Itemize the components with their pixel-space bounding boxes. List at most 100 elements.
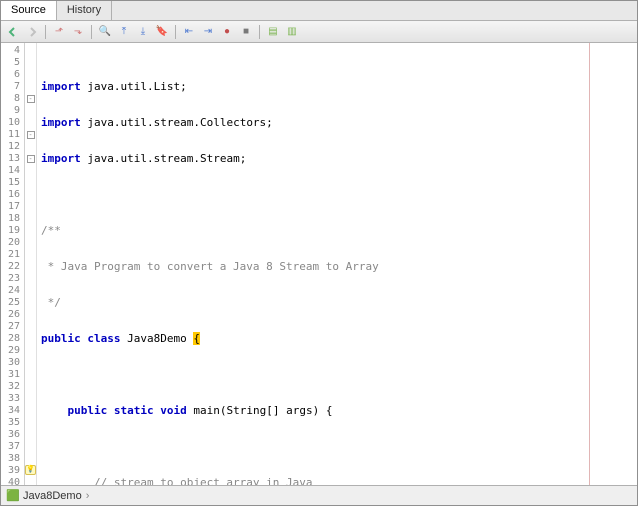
line-number: 13 (1, 153, 24, 165)
line-number: 4 (1, 45, 24, 57)
fold-gutter[interactable]: 💡 - - - (25, 43, 37, 485)
tab-source[interactable]: Source (1, 1, 57, 20)
fold-toggle (25, 357, 36, 369)
fold-toggle[interactable]: - (25, 153, 36, 165)
line-number: 32 (1, 381, 24, 393)
line-number: 26 (1, 309, 24, 321)
code-editor[interactable]: import java.util.List; import java.util.… (37, 43, 637, 485)
fold-toggle (25, 81, 36, 93)
fold-toggle (25, 141, 36, 153)
fold-toggle (25, 441, 36, 453)
line-number: 14 (1, 165, 24, 177)
shift-left-icon[interactable]: ⇤ (181, 24, 197, 40)
line-number: 21 (1, 249, 24, 261)
members-breadcrumb[interactable]: 🟩 Java8Demo › (1, 485, 637, 505)
fold-toggle (25, 417, 36, 429)
separator (175, 25, 176, 39)
fold-toggle (25, 393, 36, 405)
fold-toggle (25, 477, 36, 485)
line-number: 24 (1, 285, 24, 297)
line-number: 25 (1, 297, 24, 309)
line-number: 23 (1, 273, 24, 285)
fold-toggle (25, 309, 36, 321)
editor-tabs: Source History (1, 1, 637, 21)
line-number: 36 (1, 429, 24, 441)
next-bookmark-icon[interactable]: ⤓ (135, 24, 151, 40)
fold-toggle (25, 429, 36, 441)
fold-toggle (25, 117, 36, 129)
line-number: 29 (1, 345, 24, 357)
macro-stop-icon[interactable]: ■ (238, 24, 254, 40)
separator (91, 25, 92, 39)
fold-toggle (25, 57, 36, 69)
shift-right-icon[interactable]: ⇥ (200, 24, 216, 40)
forward-icon[interactable] (24, 24, 40, 40)
line-number: 22 (1, 261, 24, 273)
fold-toggle (25, 165, 36, 177)
find-selection-icon[interactable]: ⬎ (70, 24, 86, 40)
fold-toggle (25, 45, 36, 57)
line-number: 33 (1, 393, 24, 405)
line-number: 34 (1, 405, 24, 417)
line-number: 15 (1, 177, 24, 189)
fold-toggle (25, 225, 36, 237)
uncomment-icon[interactable]: ▥ (284, 24, 300, 40)
line-number: 40 (1, 477, 24, 485)
fold-toggle (25, 261, 36, 273)
right-margin-line (589, 43, 590, 485)
warning-bulb-icon[interactable]: 💡 (25, 465, 36, 475)
line-number-gutter[interactable]: 4567891011121314151617181920212223242526… (1, 43, 25, 485)
fold-toggle (25, 69, 36, 81)
macro-start-icon[interactable]: ● (219, 24, 235, 40)
fold-toggle (25, 369, 36, 381)
comment-icon[interactable]: ▤ (265, 24, 281, 40)
line-number: 39 (1, 465, 24, 477)
fold-toggle (25, 321, 36, 333)
find-icon[interactable]: 🔍 (97, 24, 113, 40)
line-number: 35 (1, 417, 24, 429)
line-number: 12 (1, 141, 24, 153)
line-number: 37 (1, 441, 24, 453)
line-number: 7 (1, 81, 24, 93)
bookmark-icon[interactable]: 🔖 (154, 24, 170, 40)
fold-toggle (25, 381, 36, 393)
back-icon[interactable] (5, 24, 21, 40)
fold-toggle (25, 297, 36, 309)
line-number: 5 (1, 57, 24, 69)
editor-toolbar: ⬏ ⬎ 🔍 ⤒ ⤓ 🔖 ⇤ ⇥ ● ■ ▤ ▥ (1, 21, 637, 43)
separator (45, 25, 46, 39)
line-number: 30 (1, 357, 24, 369)
line-number: 11 (1, 129, 24, 141)
editor-area: 4567891011121314151617181920212223242526… (1, 43, 637, 485)
fold-toggle (25, 201, 36, 213)
fold-toggle (25, 273, 36, 285)
line-number: 16 (1, 189, 24, 201)
fold-toggle (25, 249, 36, 261)
class-icon: 🟩 (7, 490, 19, 502)
line-number: 18 (1, 213, 24, 225)
ide-window: Source History ⬏ ⬎ 🔍 ⤒ ⤓ 🔖 ⇤ ⇥ ● ■ ▤ ▥ 4… (0, 0, 638, 506)
tab-history[interactable]: History (57, 1, 112, 20)
line-number: 6 (1, 69, 24, 81)
fold-toggle (25, 213, 36, 225)
chevron-right-icon: › (86, 490, 90, 502)
breadcrumb-class: Java8Demo (23, 490, 82, 502)
last-edit-icon[interactable]: ⬏ (51, 24, 67, 40)
line-number: 8 (1, 93, 24, 105)
line-number: 27 (1, 321, 24, 333)
fold-toggle (25, 189, 36, 201)
fold-toggle[interactable]: - (25, 129, 36, 141)
fold-toggle (25, 177, 36, 189)
fold-toggle (25, 285, 36, 297)
line-number: 9 (1, 105, 24, 117)
separator (259, 25, 260, 39)
fold-toggle[interactable]: - (25, 93, 36, 105)
fold-toggle (25, 405, 36, 417)
fold-toggle (25, 333, 36, 345)
prev-bookmark-icon[interactable]: ⤒ (116, 24, 132, 40)
line-number: 20 (1, 237, 24, 249)
line-number: 38 (1, 453, 24, 465)
matching-brace: { (193, 332, 200, 345)
line-number: 17 (1, 201, 24, 213)
fold-toggle (25, 105, 36, 117)
